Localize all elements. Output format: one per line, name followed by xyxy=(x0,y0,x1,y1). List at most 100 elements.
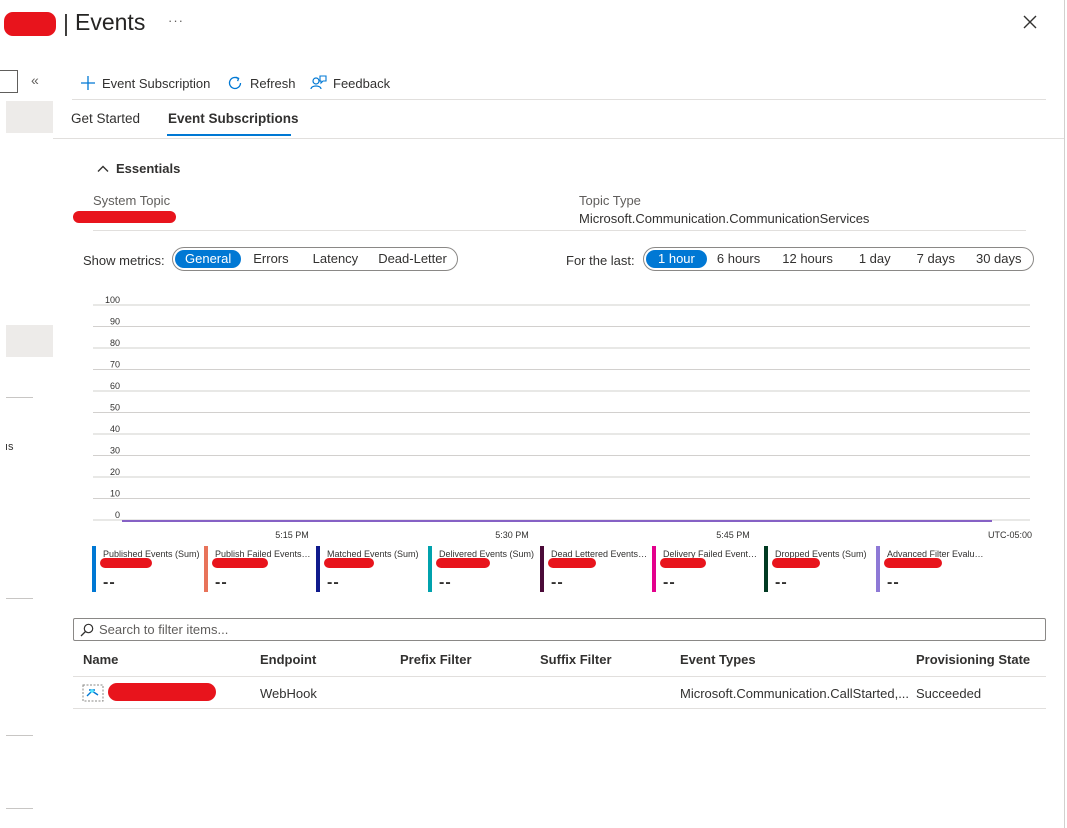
column-header-provisioning-state[interactable]: Provisioning State xyxy=(916,652,1030,667)
collapse-menu-icon[interactable]: « xyxy=(31,72,39,88)
show-metrics-label: Show metrics: xyxy=(83,253,165,268)
event-subscription-icon xyxy=(82,684,104,702)
redacted-system-topic-value[interactable] xyxy=(73,211,176,223)
toolbar-divider xyxy=(72,99,1046,100)
legend-value: -- xyxy=(775,574,788,591)
refresh-label: Refresh xyxy=(250,75,296,91)
x-tick-label: 5:45 PM xyxy=(716,530,750,540)
tabs-divider xyxy=(53,138,1064,139)
column-header-endpoint[interactable]: Endpoint xyxy=(260,652,316,667)
topic-type-label: Topic Type xyxy=(579,193,641,208)
time-option-1-day[interactable]: 1 day xyxy=(845,250,905,268)
time-option-6-hours[interactable]: 6 hours xyxy=(707,250,770,268)
x-tick-label: 5:30 PM xyxy=(495,530,529,540)
legend-color-bar xyxy=(92,546,96,592)
legend-item[interactable]: Delivery Failed Events (Sum)-- xyxy=(652,546,761,592)
metrics-option-general[interactable]: General xyxy=(175,250,242,268)
time-option-7-days[interactable]: 7 days xyxy=(905,250,967,268)
time-range-label: For the last: xyxy=(566,253,635,268)
rail-divider xyxy=(6,598,33,599)
y-tick-label: 80 xyxy=(110,338,120,348)
column-header-prefix-filter[interactable]: Prefix Filter xyxy=(400,652,472,667)
redacted-legend-scope xyxy=(436,558,490,568)
tab-get-started[interactable]: Get Started xyxy=(71,111,140,126)
rail-menu-item[interactable] xyxy=(6,101,53,133)
column-header-event-types[interactable]: Event Types xyxy=(680,652,756,667)
legend-color-bar xyxy=(316,546,320,592)
time-option-1-hour[interactable]: 1 hour xyxy=(646,250,707,268)
refresh-button[interactable]: Refresh xyxy=(226,72,296,94)
y-tick-label: 50 xyxy=(110,403,120,413)
refresh-icon xyxy=(228,76,242,90)
legend-item[interactable]: Publish Failed Events (Sum)-- xyxy=(204,546,313,592)
metrics-chart: 0 10 20 30 40 50 60 70 80 90 100 5:15 PM 5:30 PM 5:45… xyxy=(93,295,1032,540)
legend-item[interactable]: Delivered Events (Sum) -- xyxy=(428,546,536,592)
time-option-12-hours[interactable]: 12 hours xyxy=(770,250,845,268)
rail-divider xyxy=(6,735,33,736)
y-tick-label: 70 xyxy=(110,360,120,370)
legend-item[interactable]: Dead Lettered Events (Sum)-- xyxy=(540,546,649,592)
legend-value: -- xyxy=(887,574,900,591)
rail-search-box[interactable] xyxy=(0,70,18,93)
event-subscription-label: Event Subscription xyxy=(102,75,211,91)
legend-color-bar xyxy=(652,546,656,592)
rail-divider xyxy=(6,808,33,809)
essentials-divider xyxy=(93,230,1026,231)
legend-color-bar xyxy=(204,546,208,592)
feedback-label: Feedback xyxy=(333,75,391,91)
search-input[interactable] xyxy=(99,622,999,637)
rail-menu-item-selected[interactable] xyxy=(6,325,53,357)
filter-box[interactable] xyxy=(73,618,1046,641)
system-topic-label: System Topic xyxy=(93,193,171,208)
legend-item[interactable]: Advanced Filter Evaluation Count Exceede… xyxy=(876,546,985,592)
redacted-legend-scope xyxy=(212,558,268,568)
legend-value: -- xyxy=(327,574,340,591)
rail-divider xyxy=(6,397,33,398)
feedback-button[interactable]: Feedback xyxy=(309,72,390,94)
rail-item-label[interactable]: ıs xyxy=(5,441,14,453)
metrics-option-errors[interactable]: Errors xyxy=(241,250,300,268)
legend-color-bar xyxy=(540,546,544,592)
essentials-label: Essentials xyxy=(116,161,181,176)
redacted-legend-scope xyxy=(772,558,820,568)
redacted-legend-scope xyxy=(100,558,152,568)
redacted-title-prefix xyxy=(4,12,56,36)
page-title: Events xyxy=(75,9,146,35)
legend-color-bar xyxy=(428,546,432,592)
y-tick-label: 60 xyxy=(110,381,120,391)
timezone-label: UTC-05:00 xyxy=(988,530,1032,540)
active-tab-indicator xyxy=(167,134,291,136)
table-row[interactable]: WebHook Microsoft.Communication.CallStar… xyxy=(73,677,1046,709)
event-subscription-button[interactable]: Event Subscription xyxy=(80,72,210,94)
time-option-30-days[interactable]: 30 days xyxy=(967,250,1031,268)
y-tick-label: 30 xyxy=(110,446,120,456)
essentials-toggle[interactable]: Essentials xyxy=(97,161,180,176)
legend-item[interactable]: Dropped Events (Sum) -- xyxy=(764,546,872,592)
more-options-button[interactable]: ··· xyxy=(168,13,184,28)
close-button[interactable] xyxy=(1020,12,1040,32)
redacted-subscription-name[interactable] xyxy=(108,683,216,701)
cell-provisioning-state: Succeeded xyxy=(916,686,982,701)
column-header-name[interactable]: Name xyxy=(83,652,118,667)
redacted-legend-scope xyxy=(660,558,706,568)
close-icon xyxy=(1023,15,1037,29)
feedback-icon xyxy=(310,75,327,90)
metrics-option-dead-letter[interactable]: Dead-Letter xyxy=(370,250,455,268)
redacted-legend-scope xyxy=(548,558,596,568)
search-icon xyxy=(80,623,94,636)
metrics-selector: General Errors Latency Dead-Letter xyxy=(172,247,458,271)
legend-value: -- xyxy=(551,574,564,591)
x-tick-label: 5:15 PM xyxy=(275,530,309,540)
cell-event-types: Microsoft.Communication.CallStarted,... xyxy=(680,686,910,701)
panel-border xyxy=(1064,0,1065,828)
chevron-up-icon xyxy=(97,165,109,172)
legend-value: -- xyxy=(103,574,116,591)
tab-event-subscriptions[interactable]: Event Subscriptions xyxy=(168,111,299,126)
legend-item[interactable]: Matched Events (Sum) -- xyxy=(316,546,424,592)
metrics-option-latency[interactable]: Latency xyxy=(301,250,371,268)
cell-endpoint: WebHook xyxy=(260,686,317,701)
title-separator: | xyxy=(63,10,69,36)
legend-item[interactable]: Published Events (Sum) -- xyxy=(92,546,200,592)
legend-value: -- xyxy=(439,574,452,591)
column-header-suffix-filter[interactable]: Suffix Filter xyxy=(540,652,612,667)
